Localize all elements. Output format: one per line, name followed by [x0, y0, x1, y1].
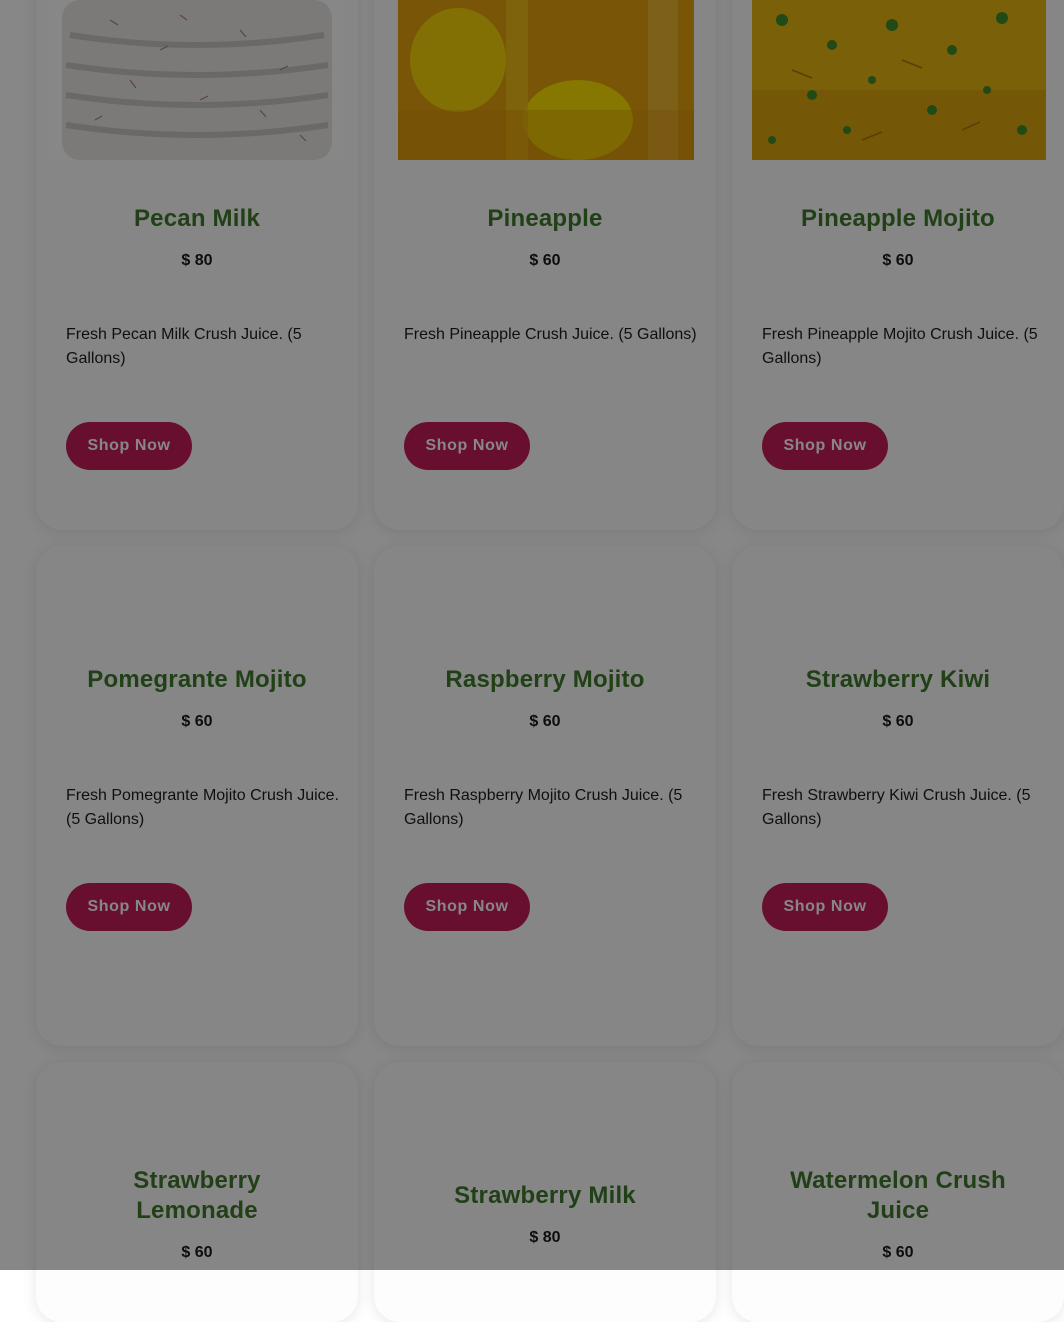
modal-backdrop-overlay[interactable]: [0, 0, 1064, 1270]
